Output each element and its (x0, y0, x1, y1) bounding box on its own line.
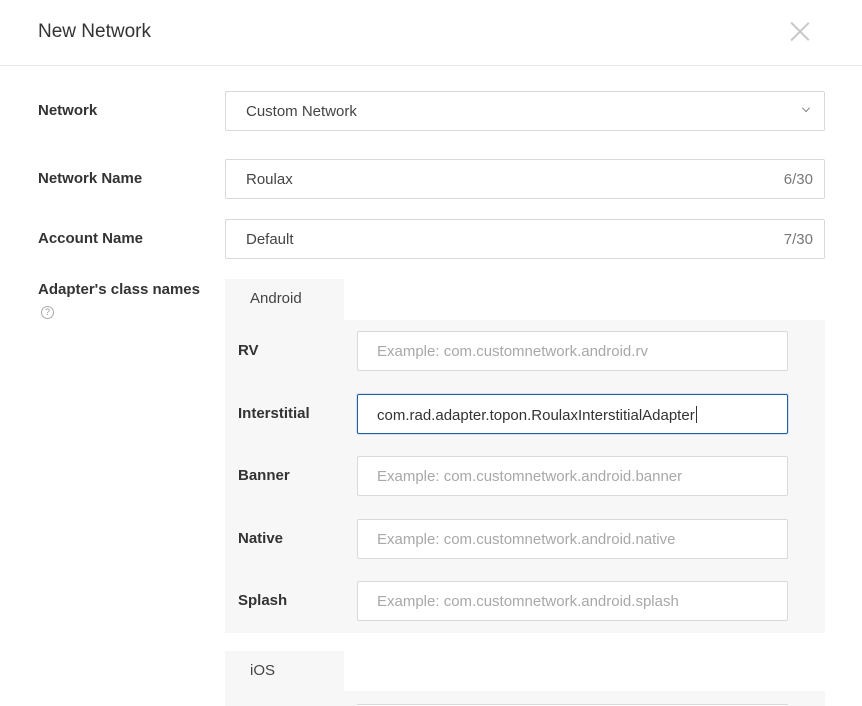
tab-android[interactable]: Android (225, 279, 344, 320)
rv-label: RV (238, 342, 259, 359)
splash-class-input[interactable]: Example: com.customnetwork.android.splas… (357, 581, 788, 621)
dialog-title: New Network (38, 21, 151, 42)
splash-label: Splash (238, 592, 288, 609)
rv-class-placeholder: Example: com.customnetwork.android.rv (377, 343, 648, 360)
network-label: Network (38, 102, 98, 119)
account-name-value: Default (246, 231, 294, 248)
network-name-value: Roulax (246, 171, 293, 188)
native-class-placeholder: Example: com.customnetwork.android.nativ… (377, 531, 676, 548)
network-select[interactable]: Custom Network (225, 91, 825, 131)
adapters-label: Adapter's class names (38, 281, 200, 298)
interstitial-class-value: com.rad.adapter.topon.RoulaxInterstitial… (377, 406, 697, 424)
tab-ios-label: iOS (250, 662, 276, 679)
interstitial-label: Interstitial (238, 405, 310, 422)
account-name-char-count: 7/30 (783, 231, 813, 248)
native-label: Native (238, 530, 284, 547)
network-name-char-count: 6/30 (783, 171, 813, 188)
close-icon[interactable] (790, 21, 810, 41)
account-name-input[interactable]: Default 7/30 (225, 219, 825, 259)
help-circle-icon[interactable]: ? (41, 306, 54, 319)
banner-class-placeholder: Example: com.customnetwork.android.banne… (377, 468, 683, 485)
tab-android-label: Android (250, 290, 302, 307)
chevron-down-icon (802, 104, 810, 112)
splash-class-placeholder: Example: com.customnetwork.android.splas… (377, 593, 679, 610)
dialog-header: New Network (0, 0, 862, 66)
network-name-label: Network Name (38, 170, 143, 187)
account-name-label: Account Name (38, 230, 144, 247)
native-class-input[interactable]: Example: com.customnetwork.android.nativ… (357, 519, 788, 559)
text-caret (695, 406, 697, 423)
ios-panel (225, 691, 825, 706)
interstitial-class-input[interactable]: com.rad.adapter.topon.RoulaxInterstitial… (357, 394, 788, 434)
banner-label: Banner (238, 467, 290, 484)
network-name-input[interactable]: Roulax 6/30 (225, 159, 825, 199)
banner-class-input[interactable]: Example: com.customnetwork.android.banne… (357, 456, 788, 496)
tab-ios[interactable]: iOS (225, 651, 344, 692)
network-select-value: Custom Network (246, 103, 357, 120)
rv-class-input[interactable]: Example: com.customnetwork.android.rv (357, 331, 788, 371)
